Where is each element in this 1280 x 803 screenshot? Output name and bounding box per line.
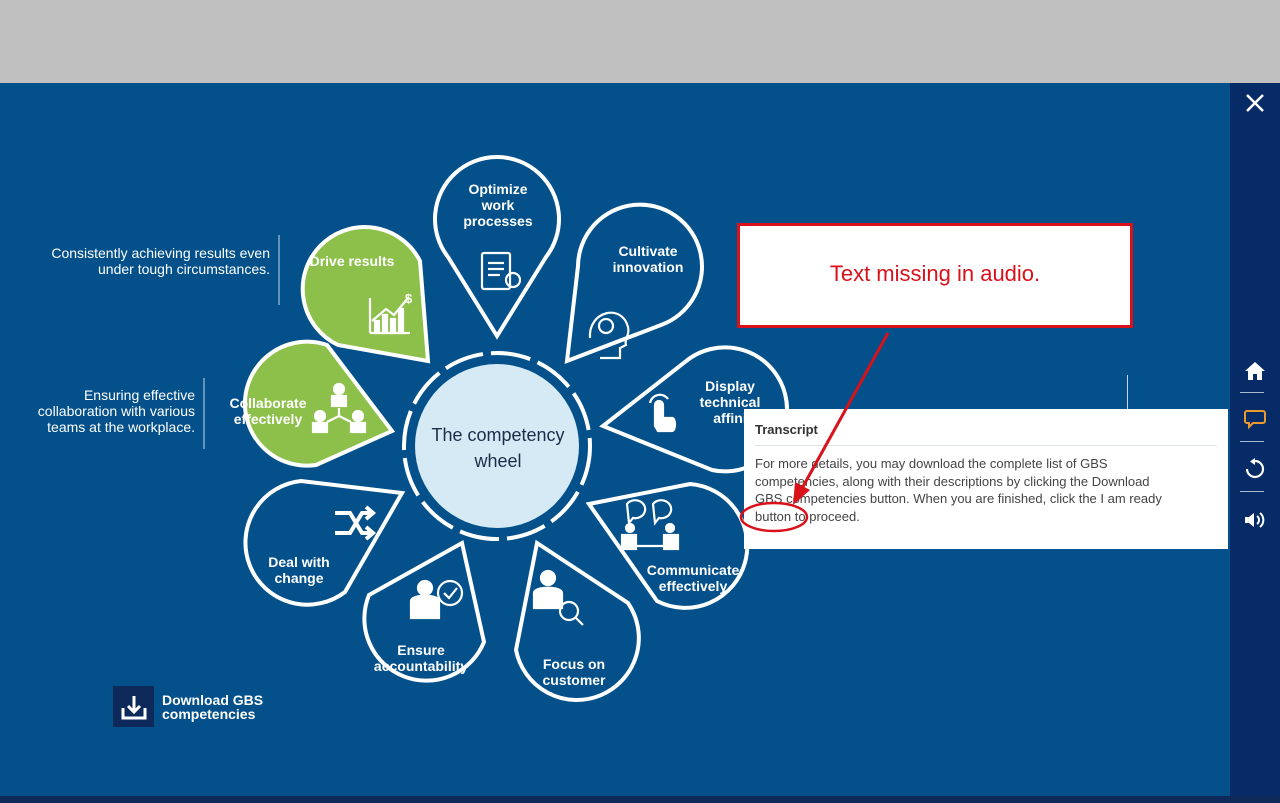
petal-cultivate [564,202,704,365]
transcript-divider [755,445,1217,446]
drive-description: Consistently achieving results even unde… [51,245,270,277]
download-icon [113,686,154,727]
transcript-panel: Transcript For more details, you may dow… [744,409,1228,549]
transcript-button[interactable] [1230,399,1280,439]
player-sidebar [1230,83,1280,796]
home-button[interactable] [1230,351,1280,391]
browser-top-bar [0,0,1280,83]
download-label: Download GBS competencies [162,691,264,722]
label-focus[interactable]: Focus on customer [524,656,624,688]
bottom-bar [0,796,1280,803]
label-cultivate[interactable]: Cultivate innovation [598,243,698,275]
label-drive[interactable]: Drive results [302,253,402,269]
replay-icon [1245,458,1265,479]
label-optimize[interactable]: Optimize work processes [448,181,548,229]
home-icon [1245,362,1265,380]
annotation-text: Text missing in audio. [829,260,1041,286]
label-deal[interactable]: Deal with change [249,554,349,586]
download-gbs-button[interactable]: Download GBS competencies [113,686,263,727]
replay-button[interactable] [1230,449,1280,489]
transcript-icon [1244,410,1266,429]
volume-button[interactable] [1230,500,1280,540]
transcript-title: Transcript [755,422,818,437]
label-ensure[interactable]: Ensure accountability [366,642,476,674]
transcript-text: For more details, you may download the c… [755,456,1162,524]
close-icon [1246,94,1264,112]
hub-title: The competency wheel [431,425,565,471]
dollar-sign: $ [405,291,413,306]
label-collaborate[interactable]: Collaborate effectively [218,395,318,427]
volume-icon [1245,512,1265,528]
label-communicate[interactable]: Communicate effectively [638,562,748,594]
close-button[interactable] [1230,83,1280,123]
display-desc-line [1127,375,1128,409]
annotation-callout: Text missing in audio. [737,223,1133,328]
petal-deal [243,478,406,607]
collaborate-description: Ensuring effective collaboration with va… [37,387,195,435]
